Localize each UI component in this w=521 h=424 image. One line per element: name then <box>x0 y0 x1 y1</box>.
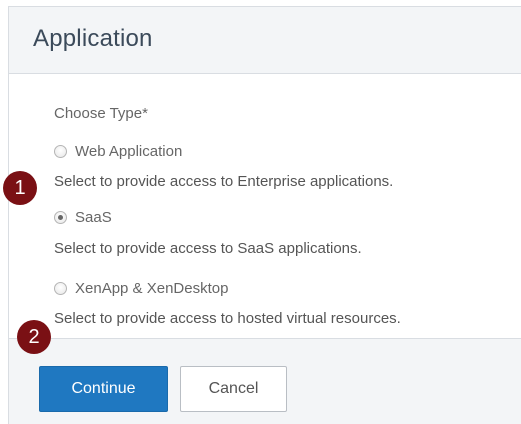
type-form: Choose Type* Web Application Select to p… <box>9 74 521 336</box>
cancel-button[interactable]: Cancel <box>180 366 287 412</box>
radio-label[interactable]: Web Application <box>75 143 182 160</box>
xenapp-description: Select to provide access to hosted virtu… <box>54 310 401 327</box>
radio-button-icon[interactable] <box>54 144 67 158</box>
application-panel: Application Choose Type* Web Application… <box>8 6 521 424</box>
panel-footer: Continue Cancel <box>9 338 521 424</box>
page-title: Application <box>33 25 153 52</box>
web-application-description: Select to provide access to Enterprise a… <box>54 173 394 190</box>
radio-button-checked-icon[interactable] <box>54 210 67 224</box>
radio-button-icon[interactable] <box>54 281 67 295</box>
continue-button[interactable]: Continue <box>39 366 168 412</box>
step-marker-1: 1 <box>3 171 37 205</box>
radio-label[interactable]: SaaS <box>75 209 112 226</box>
radio-xenapp-xendesktop[interactable]: XenApp & XenDesktop <box>54 278 228 298</box>
panel-header: Application <box>9 7 521 74</box>
radio-saas[interactable]: SaaS <box>54 207 112 227</box>
step-marker-2: 2 <box>17 320 51 354</box>
radio-web-application[interactable]: Web Application <box>54 141 182 161</box>
choose-type-label: Choose Type* <box>54 105 148 122</box>
radio-label[interactable]: XenApp & XenDesktop <box>75 280 228 297</box>
saas-description: Select to provide access to SaaS applica… <box>54 240 362 257</box>
